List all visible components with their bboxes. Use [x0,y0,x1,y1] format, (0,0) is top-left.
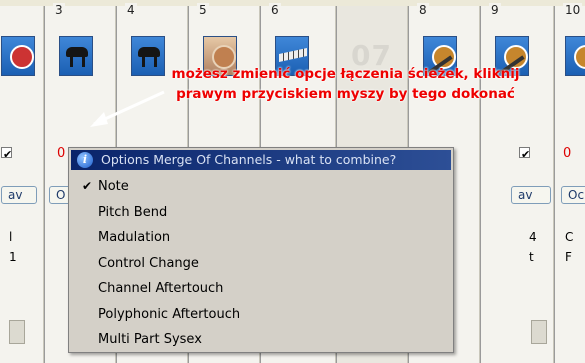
menu-title: Options Merge Of Channels - what to comb… [101,152,397,167]
channel-value: 0 [57,146,66,161]
channel-slider[interactable] [531,320,547,344]
menu-item-pitch-bend[interactable]: Pitch Bend [69,200,453,226]
checkmark-icon: ✔ [3,148,13,161]
menu-item-label: Madulation [98,230,171,245]
info-icon: i [77,152,93,168]
instrument-icon[interactable] [59,36,93,76]
menu-items: ✔ Note Pitch Bend Madulation Control Cha… [69,174,453,353]
menu-item-label: Polyphonic Aftertouch [98,306,241,322]
channel-button[interactable]: Oc [561,186,585,204]
channel-number: 4 [125,3,137,17]
menu-title-bar: i Options Merge Of Channels - what to co… [71,150,451,170]
menu-item-channel-aftertouch[interactable]: Channel Aftertouch [69,276,453,302]
channel-number: 9 [489,3,501,17]
channel-column[interactable]: 10 0 Oc C F [554,3,585,363]
checkmark-icon: ✔ [82,179,93,193]
channel-info-text: 4 [529,230,537,244]
channel-number: 3 [53,3,65,17]
hint-tooltip: możesz zmienić opcje łączenia ścieżek, k… [146,64,545,104]
channel-info-text: F [565,250,572,264]
menu-item-label: Control Change [98,255,199,271]
menu-item-label: Channel Aftertouch [98,281,224,296]
channel-info-text: l [9,230,13,244]
menu-item-multi-part-sysex[interactable]: Multi Part Sysex [69,327,453,353]
merge-options-menu[interactable]: i Options Merge Of Channels - what to co… [68,147,454,353]
channel-button[interactable]: av [1,186,37,204]
menu-item-label: Note [98,179,129,194]
hint-line-1: możesz zmienić opcje łączenia ścieżek, k… [171,66,520,82]
channel-number: 6 [269,3,281,17]
channel-value: 0 [563,146,572,161]
channel-number: 10 [563,3,583,17]
menu-item-polyphonic-aftertouch[interactable]: Polyphonic Aftertouch [69,302,453,328]
channel-column[interactable]: 9 ✔ av 4 t [480,3,554,363]
channel-button[interactable]: av [511,186,551,204]
instrument-icon[interactable] [565,36,585,76]
channel-info-text: t [529,250,534,264]
channel-info-text: 1 [9,250,17,264]
menu-item-modulation[interactable]: Madulation [69,225,453,251]
hint-line-2: prawym przyciskiem myszy by tego dokonać [176,86,515,102]
channel-info-text: C [565,230,574,244]
channel-slider[interactable] [9,320,25,344]
instrument-icon[interactable] [1,36,35,76]
menu-item-label: Pitch Bend [98,204,168,220]
checkmark-icon: ✔ [521,148,531,161]
channel-column[interactable]: ✔ av l 1 [0,6,44,363]
menu-item-note[interactable]: ✔ Note [69,174,453,200]
menu-item-control-change[interactable]: Control Change [69,251,453,277]
menu-item-label: Multi Part Sysex [98,332,202,347]
channel-number: 8 [417,3,429,17]
channel-number: 5 [197,3,209,17]
